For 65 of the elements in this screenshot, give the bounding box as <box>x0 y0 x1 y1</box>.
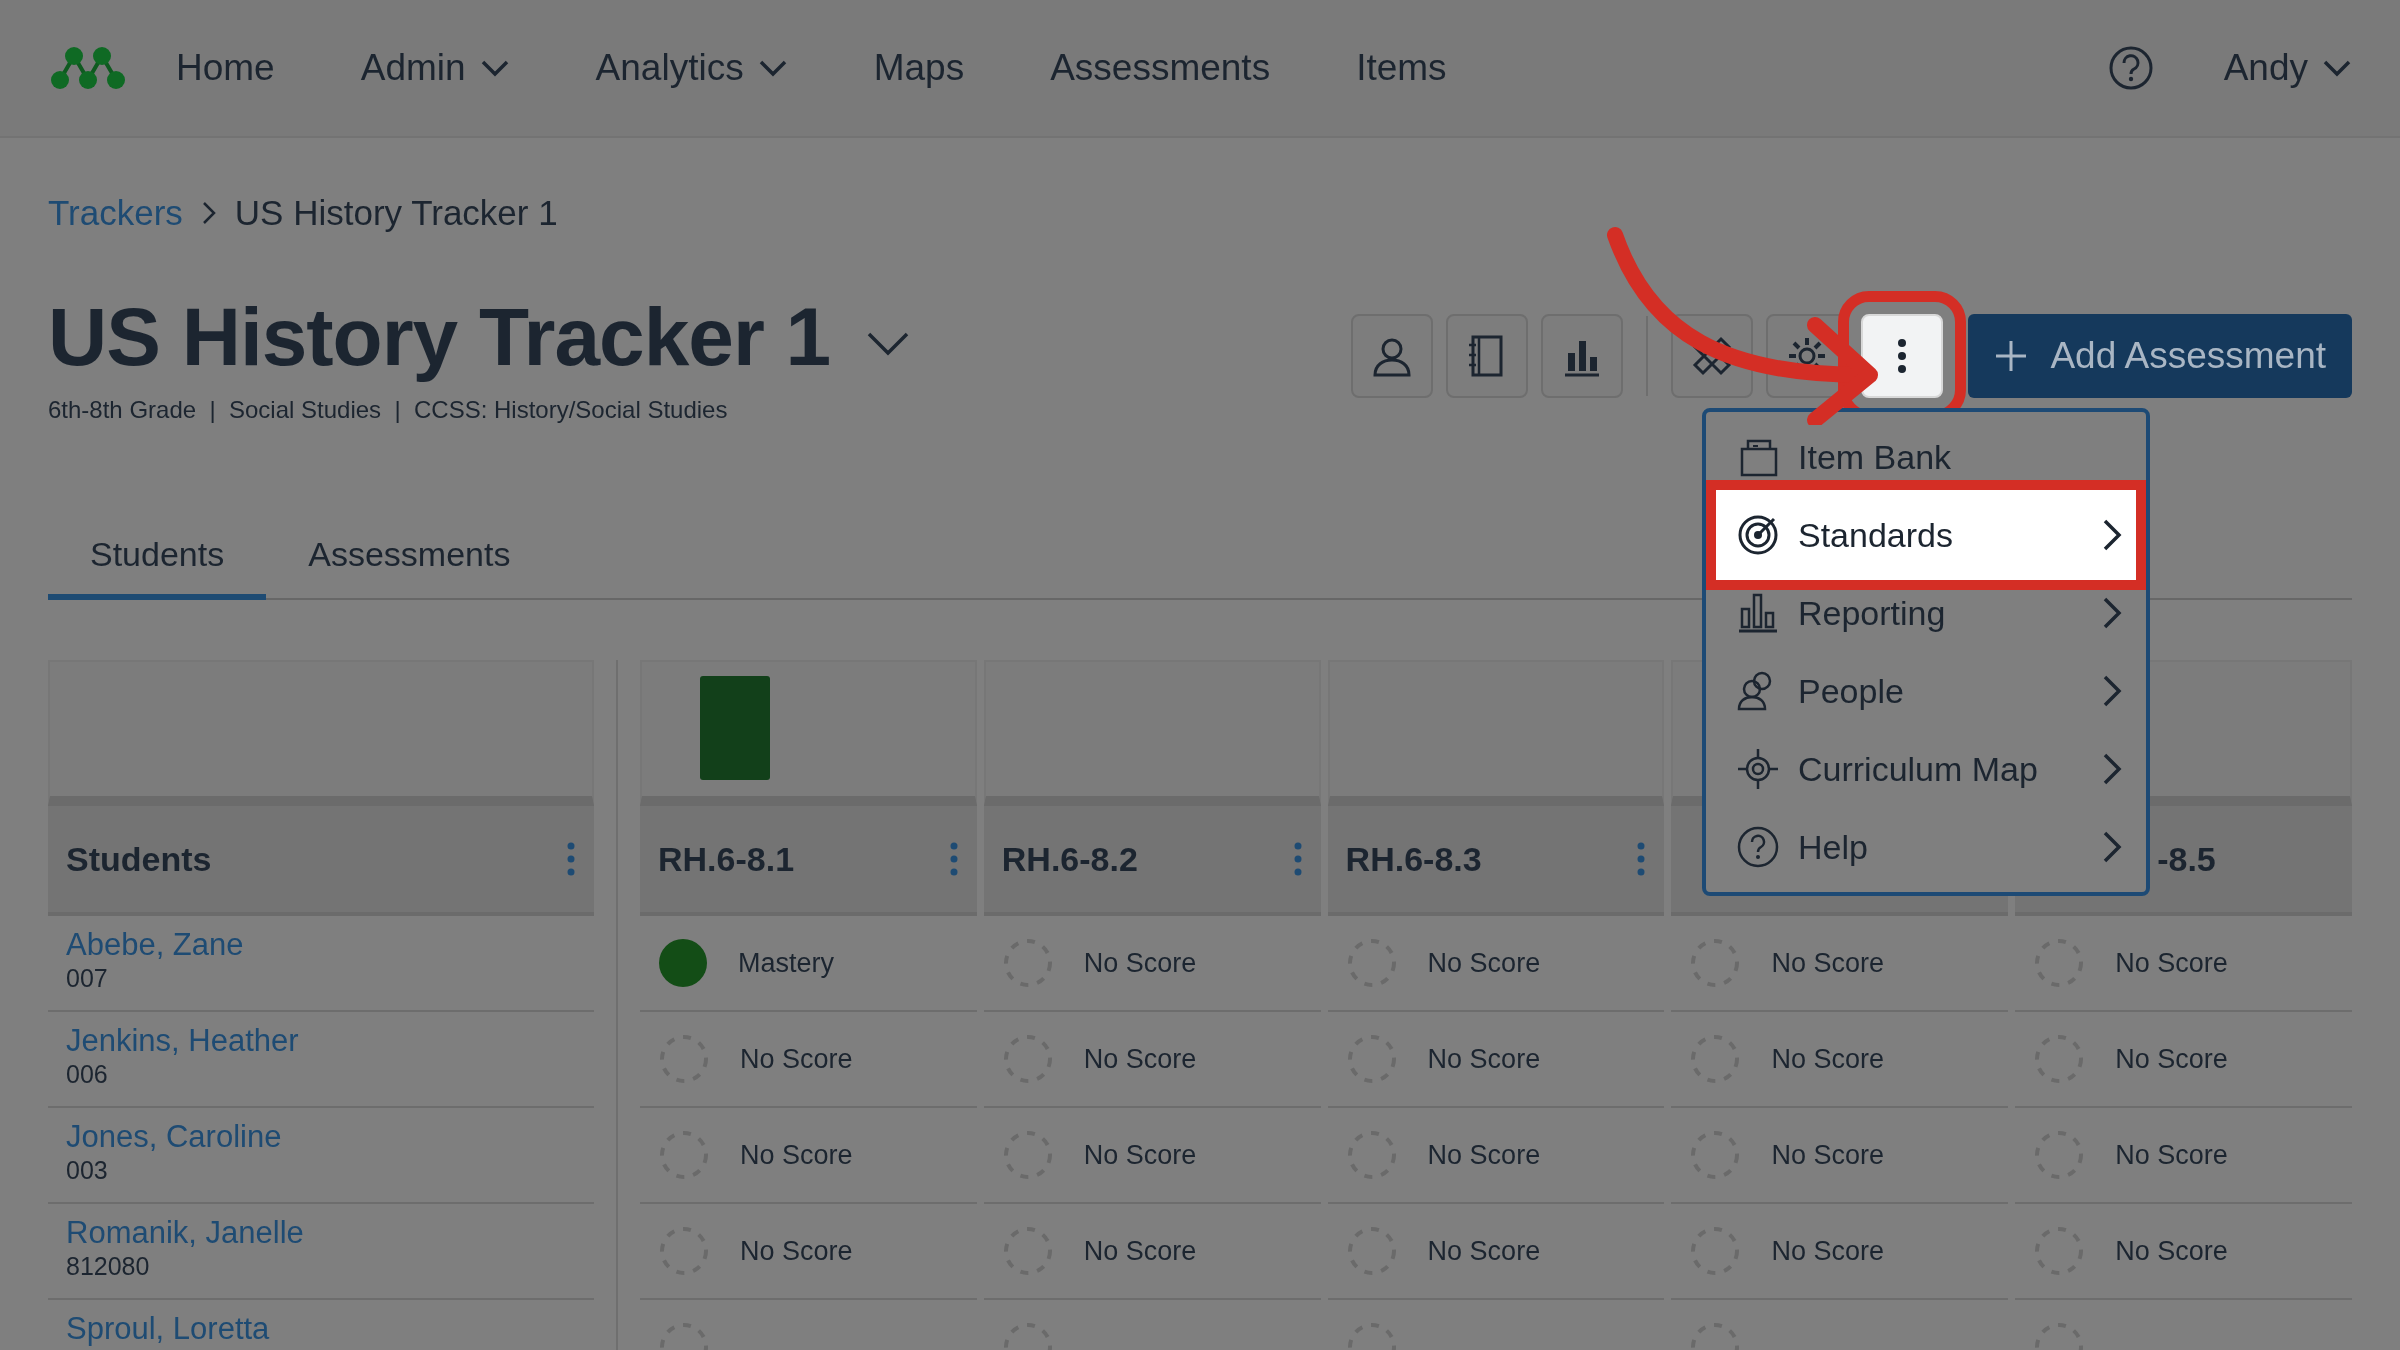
bar-chart-icon <box>1736 591 1780 635</box>
plus-icon <box>1994 339 2029 373</box>
column-title: RH.6-8.3 <box>1345 838 1482 880</box>
nav-link[interactable]: Home <box>176 40 275 96</box>
tab[interactable]: Assessments <box>266 514 553 600</box>
menu-item[interactable]: Curriculum Map <box>1706 730 2146 808</box>
nav-link[interactable]: Analytics <box>595 40 788 96</box>
nav-link[interactable]: Admin <box>360 40 510 96</box>
help-icon[interactable] <box>2107 45 2154 91</box>
nav-link[interactable]: Maps <box>873 40 965 96</box>
student-link[interactable]: Jones, Caroline <box>66 1118 576 1156</box>
score-label: No Score <box>1083 1234 1197 1268</box>
student-id: 812080 <box>66 1251 151 1282</box>
student-link[interactable]: Abebe, Zane <box>66 926 576 964</box>
nav-link[interactable]: Assessments <box>1050 40 1271 96</box>
target-icon <box>1736 513 1780 557</box>
score-label: No Score <box>1771 946 1884 980</box>
student-link[interactable]: Jenkins, Heather <box>66 1022 576 1060</box>
column-title: RH.6-8.1 <box>658 838 795 880</box>
chevron-down-icon[interactable] <box>866 330 911 358</box>
toolbar-button[interactable] <box>1351 314 1434 398</box>
student-link[interactable]: Romanik, Janelle <box>66 1214 576 1252</box>
score-label: No Score <box>1427 1138 1541 1172</box>
score-label: No Score <box>1427 1234 1541 1268</box>
student-id: 007 <box>66 963 109 994</box>
tab[interactable]: Students <box>48 514 267 600</box>
more-options-icon <box>1897 338 1908 374</box>
logo-icon <box>48 44 128 92</box>
score-label: Mastery <box>738 946 835 980</box>
score-label: No Score <box>1427 1042 1541 1076</box>
score-label: No Score <box>2115 946 2228 980</box>
toolbar-button[interactable] <box>1446 314 1529 398</box>
user-menu[interactable]: Andy <box>2223 40 2352 96</box>
chevron-right-icon <box>200 200 217 226</box>
score-label: No Score <box>1771 1234 1884 1268</box>
score-label: No Score <box>1083 1138 1197 1172</box>
score-label: No Score <box>1771 1138 1884 1172</box>
subtitle: 6th-8th Grade | Social Studies | CCSS: History/Social Studies <box>48 395 729 425</box>
menu-item[interactable]: Standards <box>1706 480 2146 590</box>
student-id: 006 <box>66 1059 109 1090</box>
student-link[interactable]: Sproul, Loretta <box>66 1310 576 1348</box>
score-label: No Score <box>740 1042 853 1076</box>
toolbar-button[interactable] <box>1541 314 1624 398</box>
score-label: No Score <box>1083 946 1197 980</box>
score-label: No Score <box>740 1138 853 1172</box>
add-assessment-button[interactable]: Add Assessment <box>1968 314 2352 398</box>
score-label: No Score <box>1083 1042 1197 1076</box>
nav-link[interactable]: Items <box>1356 40 1447 96</box>
mastery-dot-icon <box>658 938 708 988</box>
score-label: No Score <box>2115 1234 2228 1268</box>
help-icon <box>1736 825 1780 869</box>
breadcrumb-link[interactable]: Trackers <box>48 186 183 240</box>
column-title: Students <box>66 838 212 880</box>
crosshair-icon <box>1736 747 1780 791</box>
breadcrumb-current: US History Tracker 1 <box>234 191 558 234</box>
column-title: RH.6-8.2 <box>1001 838 1138 880</box>
score-label: No Score <box>1427 946 1541 980</box>
score-label: No Score <box>2115 1138 2228 1172</box>
column-title: -8.5 <box>2157 838 2216 880</box>
score-label: No Score <box>740 1234 853 1268</box>
student-id: 003 <box>66 1155 109 1186</box>
menu-item[interactable]: People <box>1706 652 2146 730</box>
menu-item[interactable]: Help <box>1706 808 2146 886</box>
score-label: No Score <box>2115 1042 2228 1076</box>
score-label: No Score <box>1771 1042 1884 1076</box>
